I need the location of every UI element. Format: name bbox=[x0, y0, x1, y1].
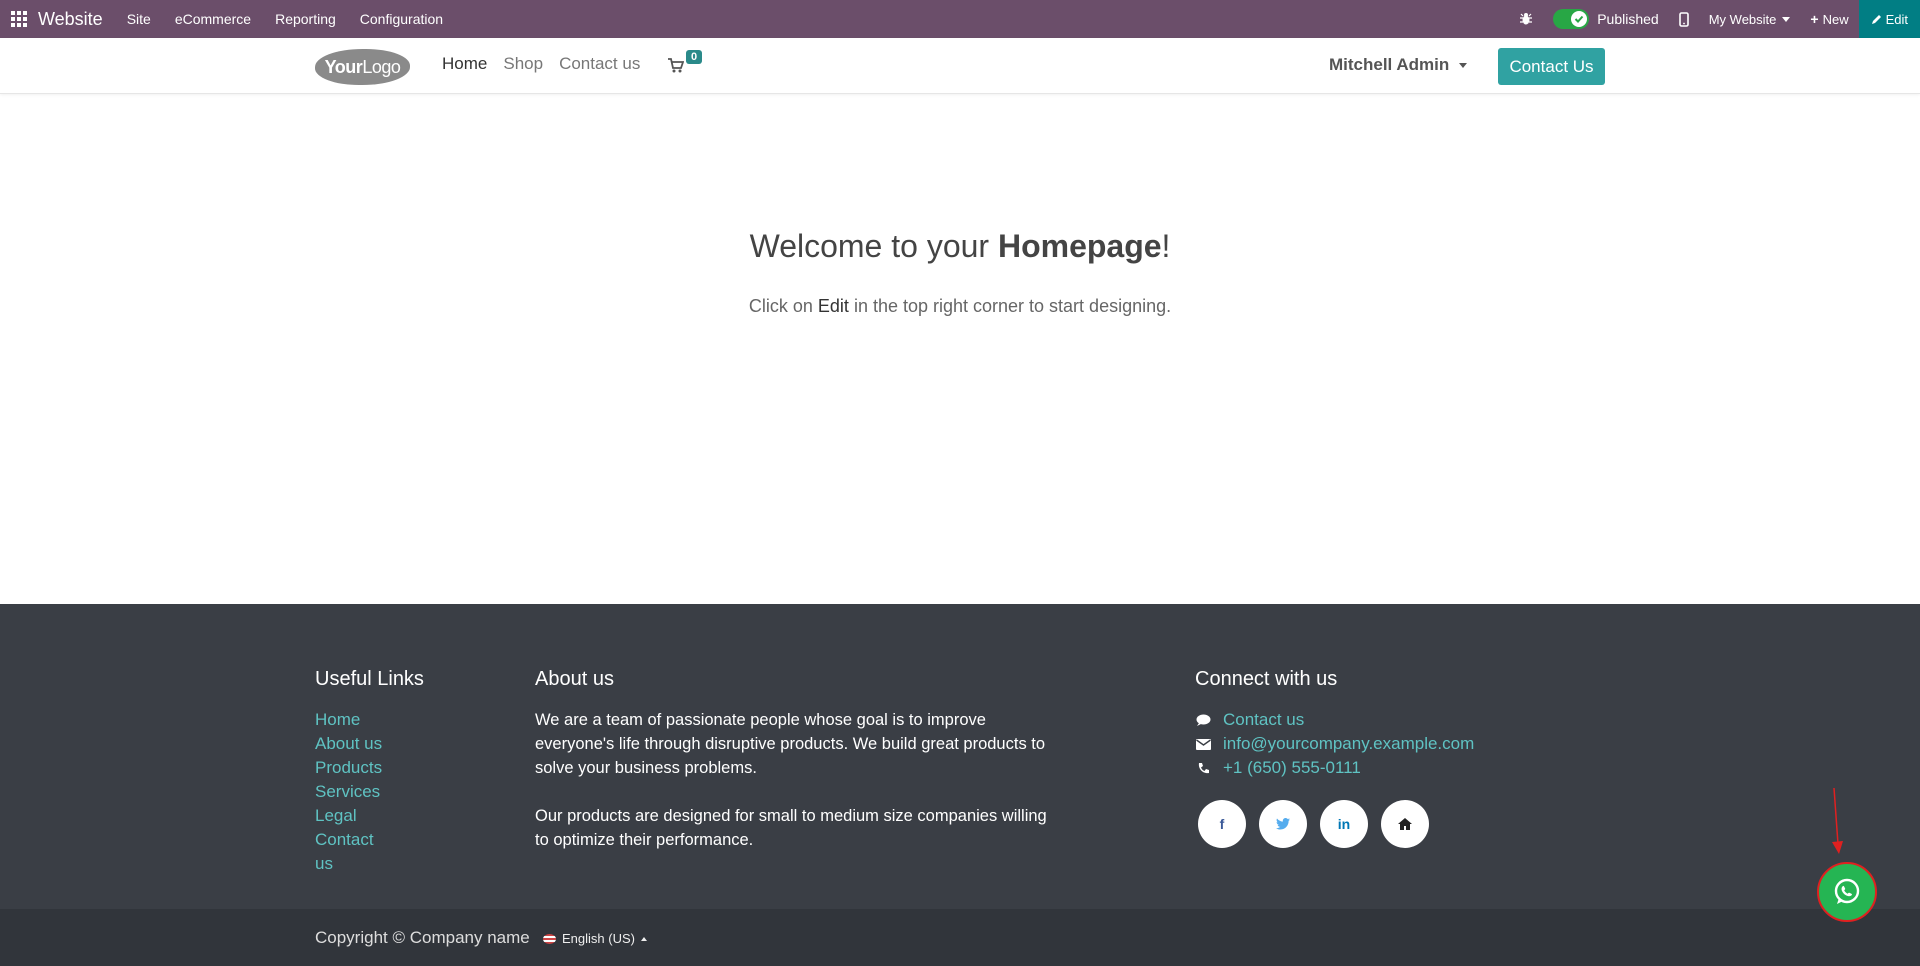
publish-toggle[interactable]: Published bbox=[1553, 9, 1659, 29]
apps-menu-icon[interactable] bbox=[0, 0, 38, 38]
welcome-suffix: ! bbox=[1161, 228, 1171, 264]
contact-item[interactable]: Contact us bbox=[1195, 708, 1474, 732]
envelope-icon bbox=[1195, 736, 1211, 752]
footer-link-services[interactable]: Services bbox=[315, 780, 382, 804]
mobile-preview-icon[interactable] bbox=[1678, 11, 1689, 27]
home-icon[interactable] bbox=[1381, 800, 1429, 848]
footer: Useful Links Home About us Products Serv… bbox=[0, 604, 1920, 909]
debug-bug-icon[interactable] bbox=[1519, 12, 1533, 26]
menu-site[interactable]: Site bbox=[127, 11, 151, 27]
email-link[interactable]: info@yourcompany.example.com bbox=[1223, 732, 1474, 756]
footer-link-home[interactable]: Home bbox=[315, 708, 382, 732]
edit-button[interactable]: Edit bbox=[1858, 0, 1920, 38]
connect-title: Connect with us bbox=[1195, 668, 1338, 690]
welcome-bold: Homepage bbox=[997, 228, 1162, 264]
main-nav: Home Shop Contact us bbox=[442, 54, 656, 74]
admin-topbar: Website Site eCommerce Reporting Configu… bbox=[0, 0, 1920, 38]
useful-links-title: Useful Links bbox=[315, 668, 424, 690]
company-logo[interactable]: Your Logo bbox=[315, 49, 410, 85]
copyright-text: Copyright © Company name bbox=[315, 928, 530, 947]
edit-label: Edit bbox=[1885, 11, 1908, 27]
linkedin-icon[interactable]: in bbox=[1320, 800, 1368, 848]
chevron-up-icon bbox=[640, 936, 647, 941]
footer-link-legal[interactable]: Legal bbox=[315, 804, 382, 828]
menu-reporting[interactable]: Reporting bbox=[275, 11, 336, 27]
contact-link[interactable]: Contact us bbox=[1223, 708, 1304, 732]
welcome-prefix: Welcome to your bbox=[749, 228, 998, 264]
twitter-icon[interactable] bbox=[1259, 800, 1307, 848]
website-selector[interactable]: My Website bbox=[1709, 12, 1791, 27]
whatsapp-chat-button[interactable] bbox=[1817, 862, 1877, 922]
phone-item[interactable]: +1 (650) 555-0111 bbox=[1195, 756, 1474, 780]
subtitle-edit: Edit bbox=[817, 296, 849, 316]
chevron-down-icon bbox=[1459, 62, 1468, 68]
plus-icon: + bbox=[1810, 11, 1819, 27]
language-selector[interactable]: English (US) bbox=[543, 931, 647, 946]
facebook-icon[interactable]: f bbox=[1198, 800, 1246, 848]
subtitle-prefix: Click on bbox=[748, 296, 818, 316]
nav-home[interactable]: Home bbox=[442, 54, 487, 74]
shopping-cart-icon bbox=[668, 58, 684, 73]
footer-link-about[interactable]: About us bbox=[315, 732, 382, 756]
about-paragraph-2: Our products are designed for small to m… bbox=[535, 807, 1047, 849]
cart-count-badge: 0 bbox=[686, 50, 703, 64]
nav-contact-us[interactable]: Contact us bbox=[559, 54, 640, 74]
pencil-icon bbox=[1871, 14, 1881, 24]
footer-link-contact[interactable]: Contact us bbox=[315, 828, 382, 876]
useful-links-list: Home About us Products Services Legal Co… bbox=[315, 708, 382, 876]
new-button[interactable]: + New bbox=[1810, 11, 1848, 27]
us-flag-icon bbox=[543, 933, 556, 944]
published-label: Published bbox=[1597, 11, 1659, 27]
comment-icon bbox=[1195, 712, 1211, 728]
language-label: English (US) bbox=[562, 931, 635, 946]
about-title: About us bbox=[535, 668, 614, 690]
annotation-arrow bbox=[1832, 787, 1843, 854]
cart-link[interactable]: 0 bbox=[667, 50, 703, 74]
app-name[interactable]: Website bbox=[38, 9, 103, 30]
nav-shop[interactable]: Shop bbox=[503, 54, 543, 74]
whatsapp-icon bbox=[1834, 878, 1860, 904]
footer-link-products[interactable]: Products bbox=[315, 756, 382, 780]
logo-text-thin: Logo bbox=[362, 56, 401, 77]
welcome-subtitle: Click on Edit in the top right corner to… bbox=[0, 296, 1920, 317]
welcome-heading: Welcome to your Homepage! bbox=[0, 228, 1920, 265]
phone-icon bbox=[1195, 760, 1211, 776]
footer-bottom-bar: Copyright © Company name English (US) bbox=[0, 909, 1920, 966]
logo-text-bold: Your bbox=[324, 56, 363, 77]
new-label: New bbox=[1822, 11, 1849, 27]
about-text: We are a team of passionate people whose… bbox=[535, 708, 1055, 852]
chevron-down-icon bbox=[1782, 16, 1791, 22]
subtitle-suffix: in the top right corner to start designi… bbox=[848, 296, 1172, 316]
contact-us-button[interactable]: Contact Us bbox=[1498, 48, 1605, 85]
social-links: f in bbox=[1195, 800, 1439, 848]
email-item[interactable]: info@yourcompany.example.com bbox=[1195, 732, 1474, 756]
website-header: Your Logo Home Shop Contact us 0 Mitchell… bbox=[0, 38, 1920, 94]
website-selector-label: My Website bbox=[1708, 11, 1777, 27]
phone-link[interactable]: +1 (650) 555-0111 bbox=[1223, 756, 1361, 780]
user-menu[interactable]: Mitchell Admin bbox=[1329, 55, 1468, 75]
published-switch[interactable] bbox=[1553, 9, 1590, 29]
about-paragraph-1: We are a team of passionate people whose… bbox=[535, 711, 1046, 777]
menu-configuration[interactable]: Configuration bbox=[360, 11, 443, 27]
user-name: Mitchell Admin bbox=[1329, 55, 1450, 74]
contact-list: Contact us info@yourcompany.example.com … bbox=[1195, 708, 1474, 780]
menu-ecommerce[interactable]: eCommerce bbox=[175, 11, 251, 27]
